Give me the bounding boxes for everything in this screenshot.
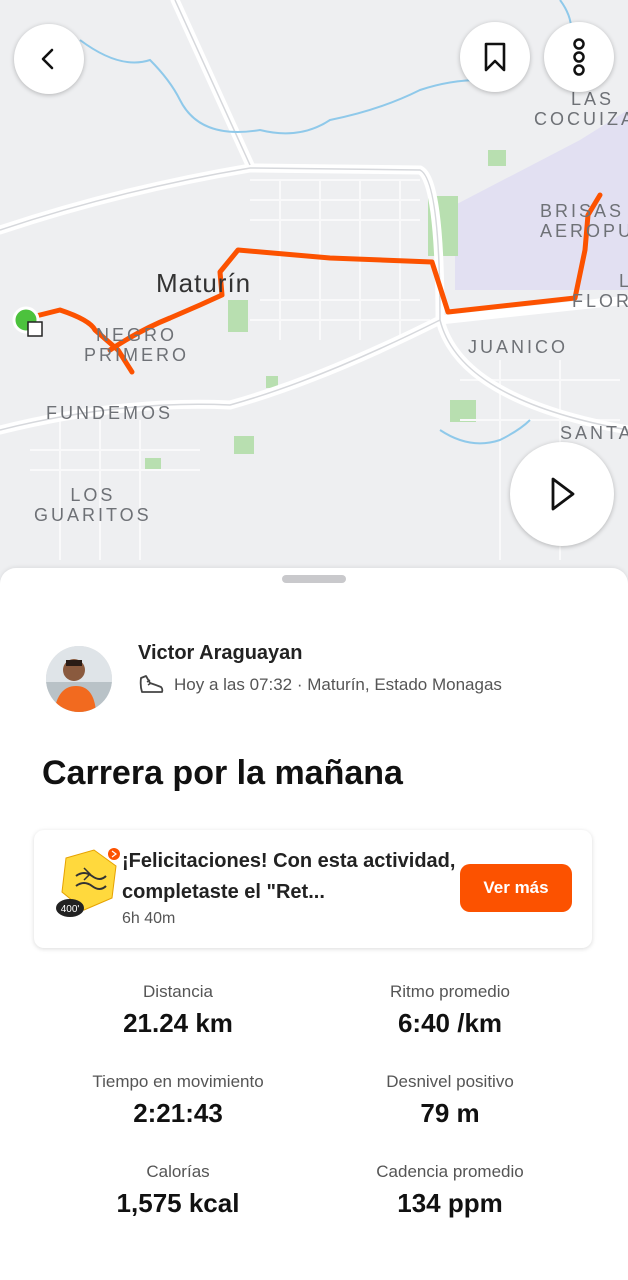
sheet-drag-handle[interactable]: [282, 575, 346, 583]
stat-distance: Distancia 21.24 km: [48, 982, 308, 1039]
map-label-los-guaritos: LOS GUARITOS: [34, 485, 152, 525]
athlete-name[interactable]: Victor Araguayan: [138, 642, 303, 665]
map-label-fundemos: FUNDEMOS: [46, 403, 173, 423]
challenge-card[interactable]: 400' ¡Felicitaciones! Con esta actividad…: [34, 830, 592, 948]
map-label-santa: SANTA: [560, 423, 628, 443]
play-icon: [551, 477, 575, 511]
stat-label: Ritmo promedio: [390, 982, 510, 1001]
stat-label: Desnivel positivo: [386, 1072, 514, 1091]
vertical-dots-icon: [573, 38, 585, 76]
stat-elevation-gain: Desnivel positivo 79 m: [320, 1072, 580, 1129]
stat-value: 6:40 /km: [397, 1008, 503, 1038]
map-label-negro-primero: NEGRO PRIMERO: [84, 325, 190, 365]
challenge-text: ¡Felicitaciones! Con esta actividad, com…: [122, 850, 456, 903]
more-options-button[interactable]: [544, 22, 614, 92]
finish-marker: [27, 321, 43, 337]
shoe-icon: [139, 675, 164, 693]
stat-label: Distancia: [143, 982, 213, 1001]
stat-moving-time: Tiempo en movimiento 2:21:43: [48, 1072, 308, 1129]
stat-label: Tiempo en movimiento: [92, 1072, 264, 1091]
map-label-brisas: BRISAS AEROPU: [540, 201, 628, 241]
map-label-flor: L FLOR: [572, 271, 628, 311]
stat-value: 79 m: [420, 1098, 480, 1128]
stat-average-pace: Ritmo promedio 6:40 /km: [320, 982, 580, 1039]
stat-value: 21.24 km: [123, 1008, 233, 1038]
bookmark-icon: [484, 42, 506, 72]
play-route-button[interactable]: [510, 442, 614, 546]
see-more-button[interactable]: Ver más: [460, 864, 572, 912]
map-label-city: Maturín: [156, 268, 252, 298]
stat-value: 134 ppm: [397, 1188, 503, 1218]
bookmark-button[interactable]: [460, 22, 530, 92]
route-map[interactable]: LAS COCUIZAS BRISAS AEROPU L FLOR Maturí…: [0, 0, 628, 600]
stat-calories: Calorías 1,575 kcal: [48, 1162, 308, 1219]
back-button[interactable]: [14, 24, 84, 94]
stat-average-cadence: Cadencia promedio 134 ppm: [320, 1162, 580, 1219]
activity-title: Carrera por la mañana: [42, 754, 403, 792]
stat-value: 1,575 kcal: [116, 1188, 240, 1218]
activity-meta-text: Hoy a las 07:32 · Maturín, Estado Monaga…: [174, 675, 502, 694]
activity-sheet[interactable]: Victor Araguayan Hoy a las 07:32 · Matur…: [0, 568, 628, 1280]
activity-meta: Hoy a las 07:32 · Maturín, Estado Monaga…: [138, 674, 502, 696]
stat-label: Calorías: [146, 1162, 210, 1181]
map-label-juanico: JUANICO: [468, 337, 569, 357]
stat-label: Cadencia promedio: [376, 1162, 524, 1181]
challenge-subtext: 6h 40m: [122, 910, 176, 927]
map-label-las-cocuizas: LAS COCUIZAS: [534, 89, 628, 129]
chevron-left-icon: [41, 48, 54, 70]
challenge-badge-number: 400': [61, 904, 80, 915]
stat-value: 2:21:43: [133, 1098, 223, 1128]
avatar[interactable]: [46, 646, 112, 712]
